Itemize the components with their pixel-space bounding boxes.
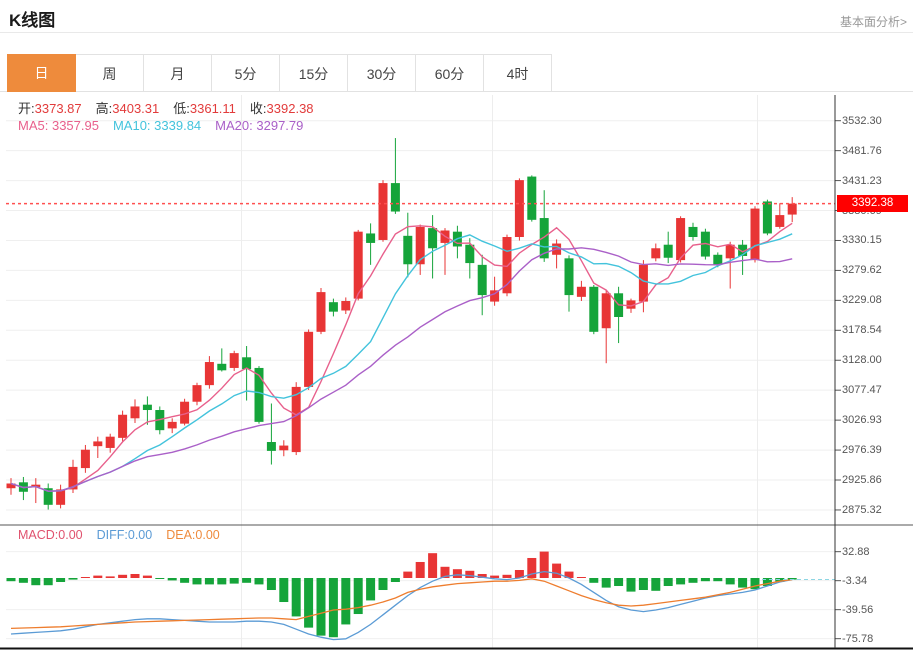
price-axis-label: 3279.62: [842, 264, 882, 277]
macd-axis-label: 32.88: [842, 545, 870, 558]
macd-legend: MACD:0.00 DIFF:0.00 DEA:0.00: [18, 528, 220, 542]
macd-label: MACD:: [18, 528, 59, 542]
tab-period-7[interactable]: 4时: [483, 54, 552, 92]
macd-axis-label: -39.56: [842, 603, 874, 616]
tab-period-3[interactable]: 5分: [211, 54, 280, 92]
open-label: 开:: [18, 101, 35, 116]
price-axis-label: 2875.32: [842, 503, 882, 516]
ma5-value: 3357.95: [51, 118, 99, 133]
tab-period-5[interactable]: 30分: [347, 54, 416, 92]
price-axis-label: 3178.54: [842, 324, 882, 337]
price-axis-label: 3026.93: [842, 414, 882, 427]
high-value: 3403.31: [112, 101, 160, 116]
price-axis-label: 3077.47: [842, 384, 882, 397]
price-axis-label: 3481.76: [842, 144, 882, 157]
macd-axis-label: -3.34: [842, 574, 868, 587]
high-label: 高:: [95, 101, 113, 116]
dea-value: 0.00: [195, 528, 220, 542]
macd-axis-label: -75.78: [842, 632, 874, 645]
tab-period-6[interactable]: 60分: [415, 54, 484, 92]
low-label: 低:: [173, 101, 190, 116]
tab-period-4[interactable]: 15分: [279, 54, 348, 92]
close-label: 收:: [249, 101, 267, 116]
price-axis-label: 2976.39: [842, 444, 882, 457]
period-tabs: 日周月 5分 15分 30分 60分 4时: [7, 54, 552, 92]
tab-period-0[interactable]: 日: [7, 54, 76, 92]
ma5-label: MA5:: [18, 118, 49, 133]
ma20-label: MA20:: [215, 118, 253, 133]
ma10-label: MA10:: [112, 118, 151, 133]
ohlc-legend: 开:3373.87 高:3403.31 低:3361.11 收:3392.38: [18, 98, 314, 117]
ma20-value: 3297.79: [256, 118, 304, 133]
price-axis-label: 3229.08: [842, 294, 882, 307]
price-axis-label: 3330.15: [842, 234, 882, 247]
close-value: 3392.38: [266, 101, 314, 116]
open-value: 3373.87: [34, 101, 82, 116]
tab-period-1[interactable]: 周: [75, 54, 144, 92]
low-value: 3361.11: [189, 101, 236, 116]
price-axis-label: 3532.30: [842, 114, 882, 127]
dea-label: DEA:: [166, 528, 196, 542]
tab-period-2[interactable]: 月: [143, 54, 212, 92]
diff-label: DIFF:: [96, 528, 128, 542]
price-axis-label: 2925.86: [842, 474, 882, 487]
macd-value: 0.00: [58, 528, 83, 542]
price-axis-label: 3128.00: [842, 354, 882, 367]
diff-value: 0.00: [127, 528, 153, 542]
ma10-value: 3339.84: [154, 118, 202, 133]
price-axis-label: 3431.23: [842, 174, 882, 187]
current-price-tag: 3392.38: [837, 195, 908, 213]
ma-legend: MA5: 3357.95 MA10: 3339.84 MA20: 3297.79: [18, 118, 303, 133]
